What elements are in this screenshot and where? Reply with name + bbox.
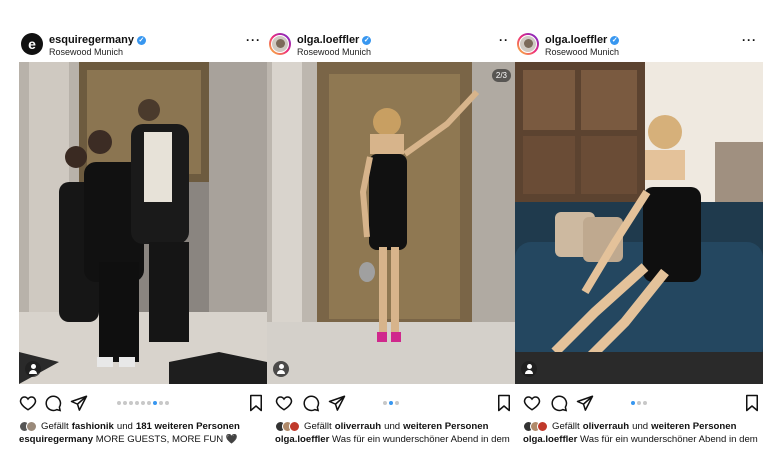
caption-text: Was für ein wunderschöner Abend in dem [577, 434, 758, 445]
post-photo[interactable]: 2/3 [267, 62, 515, 384]
carousel-indicator [267, 401, 515, 405]
user-tag-icon[interactable] [521, 361, 537, 377]
post-actions [19, 394, 267, 414]
username-link[interactable]: esquiregermany ✓ [49, 34, 146, 46]
carousel-dot-active [153, 401, 157, 405]
post-actions [515, 394, 763, 414]
likes-line: Gefällt fashionik und 181 weiteren Perso… [19, 421, 267, 432]
photo-image [515, 62, 763, 384]
liker-username[interactable]: oliverrauh [583, 421, 629, 432]
carousel-counter: 2/3 [491, 69, 511, 82]
caption-username[interactable]: olga.loeffler [523, 434, 577, 445]
likes-count[interactable]: weiteren Personen [403, 421, 488, 432]
likes-mid: und [116, 421, 133, 432]
likes-prefix: Gefällt [304, 421, 332, 432]
carousel-dot [147, 401, 151, 405]
caption-text: MORE GUESTS, MORE FUN 🖤 [93, 434, 238, 445]
post-header: e esquiregermany ✓ Rosewood Munich ··· [19, 28, 267, 62]
carousel-dot-active [389, 401, 393, 405]
avatar-image [519, 35, 537, 53]
mini-avatar [537, 421, 548, 432]
verified-badge-icon: ✓ [136, 35, 146, 45]
photo-image [267, 62, 515, 384]
username[interactable]: esquiregermany [49, 34, 134, 46]
username-link[interactable]: olga.loeffler ✓ [545, 34, 620, 46]
likes-count[interactable]: 181 weiteren Personen [136, 421, 240, 432]
location-link[interactable]: Rosewood Munich [297, 47, 371, 57]
mini-avatar [289, 421, 300, 432]
likes-count[interactable]: weiteren Personen [651, 421, 736, 432]
more-options-icon[interactable]: ··· [742, 33, 757, 47]
caption: esquiregermany MORE GUESTS, MORE FUN 🖤 [19, 434, 267, 445]
caption: olga.loeffler Was für ein wunderschöner … [515, 434, 763, 445]
liker-username[interactable]: oliverrauh [335, 421, 381, 432]
liker-avatars[interactable] [523, 421, 548, 432]
likes-prefix: Gefällt [41, 421, 69, 432]
carousel-dot [165, 401, 169, 405]
post-header: olga.loeffler ✓ Rosewood Munich ·· [267, 28, 515, 62]
carousel-dot [123, 401, 127, 405]
more-options-icon[interactable]: ·· [499, 33, 509, 47]
carousel-dot [141, 401, 145, 405]
post-card: e esquiregermany ✓ Rosewood Munich ··· G… [19, 28, 267, 446]
carousel-dot [159, 401, 163, 405]
bookmark-icon[interactable] [743, 394, 761, 412]
avatar[interactable] [517, 33, 539, 55]
avatar-letter: e [28, 36, 36, 52]
carousel-dot [135, 401, 139, 405]
photo-image [19, 62, 267, 384]
post-card: olga.loeffler ✓ Rosewood Munich ··· Gefä… [515, 28, 763, 446]
post-header: olga.loeffler ✓ Rosewood Munich ··· [515, 28, 763, 62]
caption-text: Was für ein wunderschöner Abend in dem [329, 434, 510, 445]
bookmark-icon[interactable] [247, 394, 265, 412]
carousel-dot [117, 401, 121, 405]
post-actions [267, 394, 515, 414]
verified-badge-icon: ✓ [362, 35, 372, 45]
carousel-indicator [515, 401, 763, 405]
carousel-dot [637, 401, 641, 405]
carousel-dot [395, 401, 399, 405]
location-link[interactable]: Rosewood Munich [49, 47, 123, 57]
carousel-dot [643, 401, 647, 405]
avatar[interactable] [269, 33, 291, 55]
post-photo[interactable] [19, 62, 267, 384]
post-photo[interactable] [515, 62, 763, 384]
liker-avatars[interactable] [19, 421, 37, 432]
caption-username[interactable]: esquiregermany [19, 434, 93, 445]
more-options-icon[interactable]: ··· [246, 33, 261, 47]
likes-mid: und [384, 421, 401, 432]
likes-prefix: Gefällt [552, 421, 580, 432]
user-tag-icon[interactable] [25, 361, 41, 377]
avatar[interactable]: e [21, 33, 43, 55]
post-card: olga.loeffler ✓ Rosewood Munich ·· 2/3 G… [267, 28, 515, 446]
verified-badge-icon: ✓ [610, 35, 620, 45]
username-link[interactable]: olga.loeffler ✓ [297, 34, 372, 46]
caption: olga.loeffler Was für ein wunderschöner … [267, 434, 515, 445]
carousel-dot-active [631, 401, 635, 405]
likes-mid: und [632, 421, 649, 432]
likes-line: Gefällt oliverrauh und weiteren Personen [267, 421, 515, 432]
liker-username[interactable]: fashionik [72, 421, 114, 432]
likes-line: Gefällt oliverrauh und weiteren Personen [515, 421, 763, 432]
carousel-dot [129, 401, 133, 405]
location-link[interactable]: Rosewood Munich [545, 47, 619, 57]
carousel-dot [383, 401, 387, 405]
avatar-image [271, 35, 289, 53]
carousel-indicator [19, 401, 267, 405]
username[interactable]: olga.loeffler [545, 34, 607, 46]
caption-username[interactable]: olga.loeffler [275, 434, 329, 445]
username[interactable]: olga.loeffler [297, 34, 359, 46]
bookmark-icon[interactable] [495, 394, 513, 412]
mini-avatar [26, 421, 37, 432]
user-tag-icon[interactable] [273, 361, 289, 377]
liker-avatars[interactable] [275, 421, 300, 432]
